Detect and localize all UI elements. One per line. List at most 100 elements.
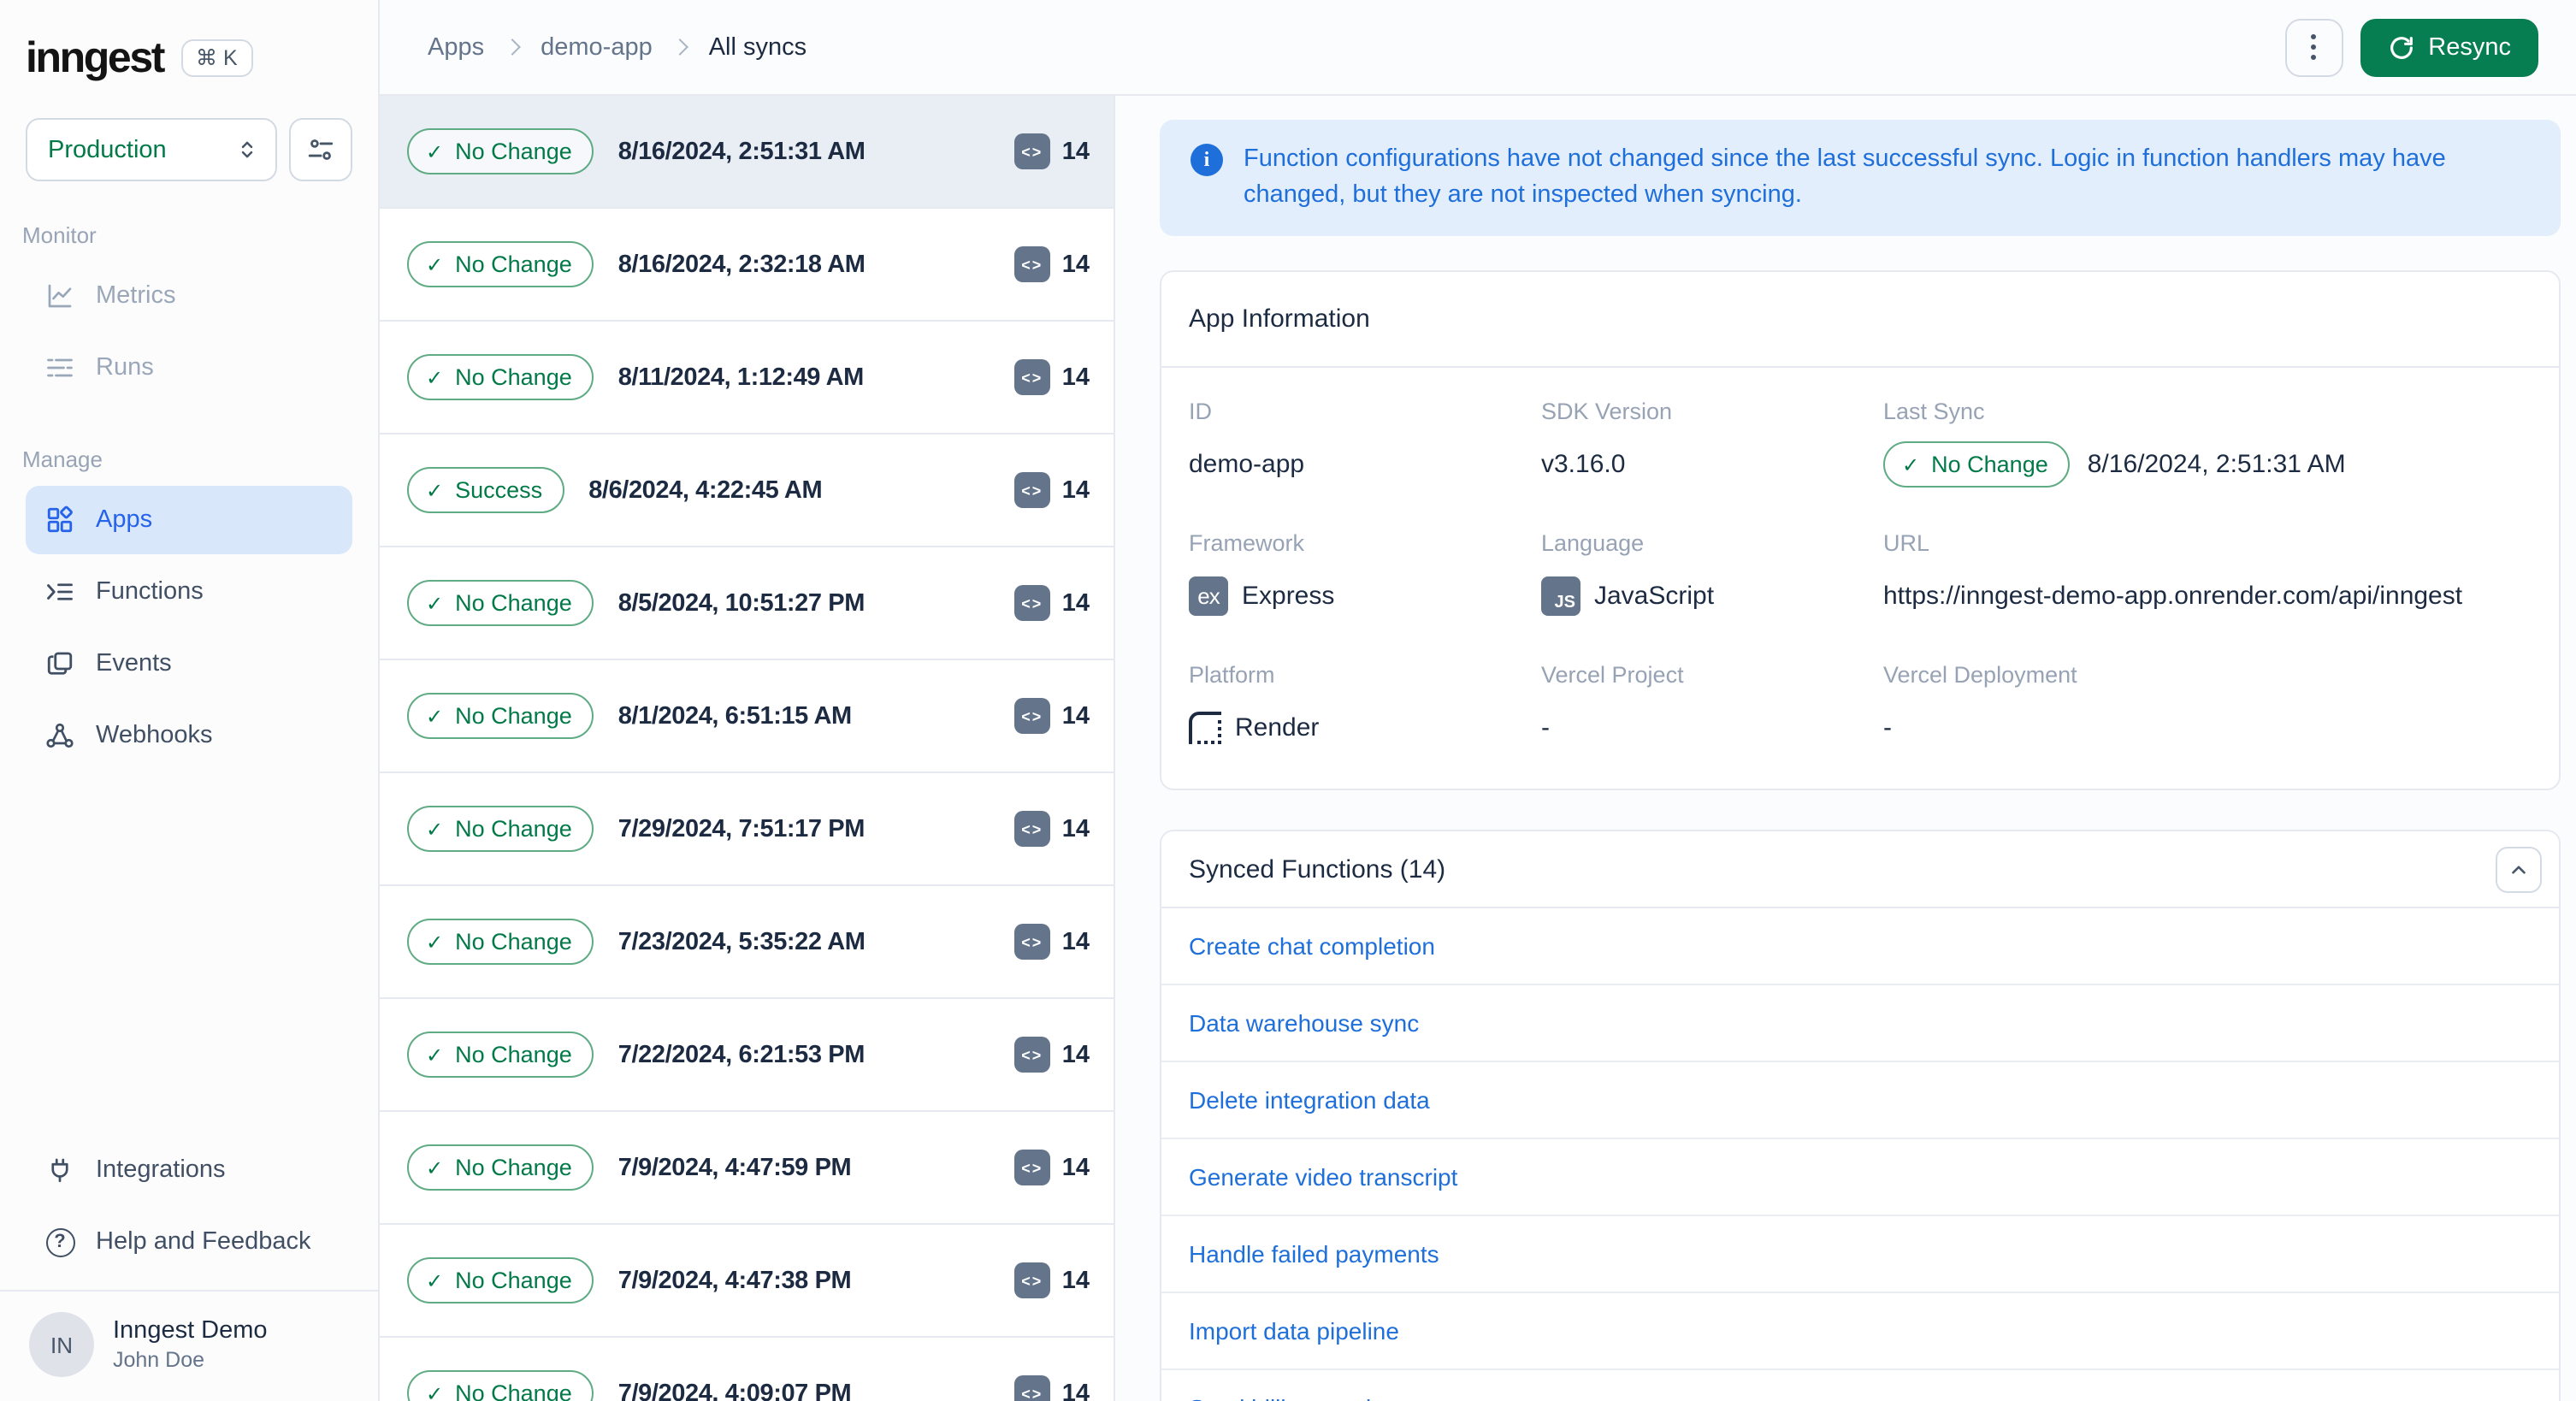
status-badge: ✓ No Change xyxy=(407,1370,594,1401)
sidebar-item-functions[interactable]: Functions xyxy=(26,558,352,626)
sync-time: 7/22/2024, 6:21:53 PM xyxy=(617,1041,866,1068)
status-badge: ✓ No Change xyxy=(407,919,594,965)
status-badge: ✓ No Change xyxy=(407,1257,594,1303)
plug-icon xyxy=(44,1155,75,1185)
function-row[interactable]: Delete integration data xyxy=(1161,1062,2559,1140)
sidebar-item-label: Metrics xyxy=(96,282,176,310)
more-options-button[interactable] xyxy=(2284,18,2343,76)
chevron-up-icon xyxy=(2512,865,2526,873)
check-icon: ✓ xyxy=(426,591,444,615)
sync-row[interactable]: ✓ No Change 8/16/2024, 2:32:18 AM <> 14 xyxy=(380,209,1114,322)
sync-time: 8/16/2024, 2:32:18 AM xyxy=(617,251,866,278)
events-copy-icon xyxy=(44,648,75,679)
inngest-logo: inngest xyxy=(26,33,165,81)
function-link[interactable]: Data warehouse sync xyxy=(1189,1009,1419,1037)
code-icon: <> xyxy=(1013,359,1050,395)
function-row[interactable]: Data warehouse sync xyxy=(1161,985,2559,1063)
sidebar-item-runs[interactable]: Runs xyxy=(26,334,352,402)
environment-select[interactable]: Production xyxy=(26,118,277,181)
sync-time: 7/9/2024, 4:09:07 PM xyxy=(617,1380,852,1401)
express-icon: ex xyxy=(1189,576,1228,617)
function-count: 14 xyxy=(1061,928,1090,955)
sidebar-item-webhooks[interactable]: Webhooks xyxy=(26,701,352,770)
render-icon xyxy=(1189,712,1221,745)
check-icon: ✓ xyxy=(1902,452,1920,477)
status-badge: ✓ No Change xyxy=(407,580,594,626)
check-icon: ✓ xyxy=(426,1381,444,1401)
code-icon: <> xyxy=(1013,133,1050,169)
sync-row[interactable]: ✓ No Change 8/16/2024, 2:51:31 AM <> 14 xyxy=(380,96,1114,209)
sync-time: 8/1/2024, 6:51:15 AM xyxy=(617,702,852,730)
resync-button[interactable]: Resync xyxy=(2360,18,2538,76)
field-language: Language JS JavaScript xyxy=(1541,530,1883,619)
sync-row[interactable]: ✓ No Change 7/22/2024, 6:21:53 PM <> 14 xyxy=(380,999,1114,1112)
environment-select-value: Production xyxy=(48,136,167,163)
user-menu[interactable]: IN Inngest Demo John Doe xyxy=(26,1292,352,1401)
function-row[interactable]: Send billing receipt xyxy=(1161,1370,2559,1401)
field-sdk-version: SDK Version v3.16.0 xyxy=(1541,399,1673,480)
sync-row[interactable]: ✓ No Change 7/9/2024, 4:09:07 PM <> 14 xyxy=(380,1338,1114,1401)
sidebar-item-label: Functions xyxy=(96,578,204,606)
sync-time: 7/23/2024, 5:35:22 AM xyxy=(617,928,866,955)
function-link[interactable]: Import data pipeline xyxy=(1189,1317,1399,1345)
sync-row[interactable]: ✓ No Change 7/23/2024, 5:35:22 AM <> 14 xyxy=(380,886,1114,999)
info-banner-text: Function configurations have not changed… xyxy=(1244,145,2446,210)
sync-row[interactable]: ✓ No Change 7/9/2024, 4:47:38 PM <> 14 xyxy=(380,1225,1114,1338)
function-count: 14 xyxy=(1061,702,1090,730)
environment-filter-button[interactable] xyxy=(289,118,352,181)
sidebar-item-apps[interactable]: Apps xyxy=(26,486,352,554)
sync-row[interactable]: ✓ No Change 8/5/2024, 10:51:27 PM <> 14 xyxy=(380,547,1114,660)
check-icon: ✓ xyxy=(426,365,444,389)
command-k-shortcut-badge[interactable]: ⌘ K xyxy=(180,38,253,78)
field-last-sync: Last Sync ✓ No Change 8/16/2024, 2:51:31 … xyxy=(1883,399,2532,488)
check-icon: ✓ xyxy=(426,1268,444,1292)
check-icon: ✓ xyxy=(426,252,444,276)
question-mark-icon: ? xyxy=(44,1227,75,1257)
function-link[interactable]: Delete integration data xyxy=(1189,1086,1430,1114)
sync-list: ✓ No Change 8/16/2024, 2:51:31 AM <> 14 ✓ N… xyxy=(380,96,1115,1401)
function-count: 14 xyxy=(1061,1041,1090,1068)
field-framework: Framework ex Express xyxy=(1189,530,1541,619)
function-link[interactable]: Handle failed payments xyxy=(1189,1240,1439,1268)
function-link[interactable]: Send billing receipt xyxy=(1189,1394,1391,1401)
sync-row[interactable]: ✓ No Change 8/11/2024, 1:12:49 AM <> 14 xyxy=(380,322,1114,434)
function-row[interactable]: Import data pipeline xyxy=(1161,1293,2559,1371)
function-link[interactable]: Create chat completion xyxy=(1189,932,1435,960)
function-row[interactable]: Handle failed payments xyxy=(1161,1216,2559,1294)
status-badge: ✓ No Change xyxy=(407,241,594,287)
breadcrumb-apps[interactable]: Apps xyxy=(428,33,484,61)
sidebar-item-label: Apps xyxy=(96,506,153,534)
breadcrumb-app-id[interactable]: demo-app xyxy=(541,33,653,61)
avatar: IN xyxy=(29,1312,94,1377)
code-icon: <> xyxy=(1013,585,1050,621)
synced-functions-title: Synced Functions (14) xyxy=(1189,854,1446,884)
function-link[interactable]: Generate video transcript xyxy=(1189,1163,1457,1191)
sidebar-item-label: Runs xyxy=(96,354,154,381)
function-row[interactable]: Generate video transcript xyxy=(1161,1139,2559,1217)
function-count: 14 xyxy=(1061,1380,1090,1401)
sidebar-item-metrics[interactable]: Metrics xyxy=(26,262,352,330)
app-information-title: App Information xyxy=(1161,272,2559,369)
chevron-up-down-icon xyxy=(241,141,253,158)
sync-row[interactable]: ✓ No Change 8/1/2024, 6:51:15 AM <> 14 xyxy=(380,660,1114,773)
function-row[interactable]: Create chat completion xyxy=(1161,908,2559,986)
sidebar-item-label: Events xyxy=(96,650,172,677)
sync-row[interactable]: ✓ Success 8/6/2024, 4:22:45 AM <> 14 xyxy=(380,434,1114,547)
sync-row[interactable]: ✓ No Change 7/9/2024, 4:47:59 PM <> 14 xyxy=(380,1112,1114,1225)
collapse-button[interactable] xyxy=(2496,846,2542,893)
webhooks-icon xyxy=(44,720,75,751)
function-count: 14 xyxy=(1061,251,1090,278)
code-icon: <> xyxy=(1013,1375,1050,1401)
function-count: 14 xyxy=(1061,1154,1090,1181)
sidebar-item-help[interactable]: ? Help and Feedback xyxy=(26,1208,352,1276)
function-count: 14 xyxy=(1061,1267,1090,1294)
status-badge: ✓ Success xyxy=(407,467,565,513)
code-icon: <> xyxy=(1013,924,1050,960)
sidebar-item-integrations[interactable]: Integrations xyxy=(26,1136,352,1204)
apps-grid-icon xyxy=(44,505,75,535)
chevron-right-icon xyxy=(504,38,522,56)
function-count: 14 xyxy=(1061,815,1090,842)
sidebar-item-events[interactable]: Events xyxy=(26,630,352,698)
main-area: Apps demo-app All syncs Resync ✓ No Chang… xyxy=(380,0,2576,1401)
sync-row[interactable]: ✓ No Change 7/29/2024, 7:51:17 PM <> 14 xyxy=(380,773,1114,886)
